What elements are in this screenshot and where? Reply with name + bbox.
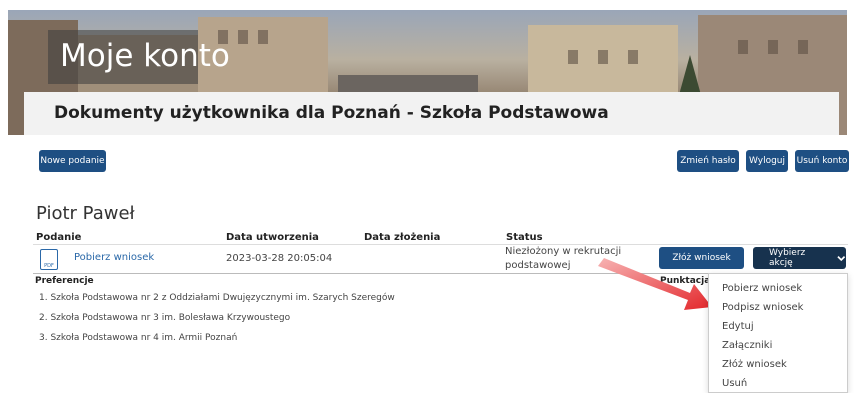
menu-item-attachments[interactable]: Załączniki [722,340,772,351]
choose-action-button[interactable]: Wybierz akcję [753,247,846,269]
preference-item: 1. Szkoła Podstawowa nr 2 z Oddziałami D… [39,293,395,303]
change-password-button[interactable]: Zmień hasło [677,150,739,172]
submit-application-button[interactable]: Złóż wniosek [659,247,744,269]
preference-item: 3. Szkoła Podstawowa nr 4 im. Armii Pozn… [39,333,238,343]
column-header-created: Data utworzenia [226,232,319,243]
column-header-application: Podanie [36,232,82,243]
menu-item-submit[interactable]: Złóż wniosek [722,359,787,370]
menu-item-delete[interactable]: Usuń [722,378,747,389]
delete-account-button[interactable]: Usuń konto [795,150,849,172]
chevron-down-icon [837,255,846,261]
window-detail [258,30,268,44]
window-detail [568,50,578,64]
status-text: Niezłożony w rekrutacji podstawowej [505,246,622,271]
window-detail [768,40,778,54]
window-detail [798,40,808,54]
menu-item-download[interactable]: Pobierz wniosek [722,283,802,294]
column-header-submitted: Data złożenia [364,232,441,243]
user-name: Piotr Paweł [36,203,135,224]
window-detail [628,50,638,64]
window-detail [598,50,608,64]
logout-button[interactable]: Wyloguj [746,150,788,172]
download-application-link[interactable]: Pobierz wniosek [74,252,154,263]
page-subtitle: Dokumenty użytkownika dla Poznań - Szkoł… [54,103,609,123]
points-header: Punktacja [660,276,711,286]
page-title: Moje konto [60,38,230,74]
created-date: 2023-03-28 20:05:04 [226,253,333,264]
preferences-header: Preferencje [35,276,94,286]
header-divider [33,244,848,245]
action-dropdown-menu: Pobierz wniosek Podpisz wniosek Edytuj Z… [708,273,848,393]
menu-item-edit[interactable]: Edytuj [722,321,754,332]
preference-item: 2. Szkoła Podstawowa nr 3 im. Bolesława … [39,313,291,323]
column-header-status: Status [506,232,543,243]
menu-item-sign[interactable]: Podpisz wniosek [722,302,803,313]
new-application-button[interactable]: Nowe podanie [39,150,106,172]
window-detail [738,40,748,54]
choose-action-label: Wybierz akcję [769,248,806,268]
window-detail [238,30,248,44]
pdf-file-icon[interactable]: PDF [40,249,58,270]
